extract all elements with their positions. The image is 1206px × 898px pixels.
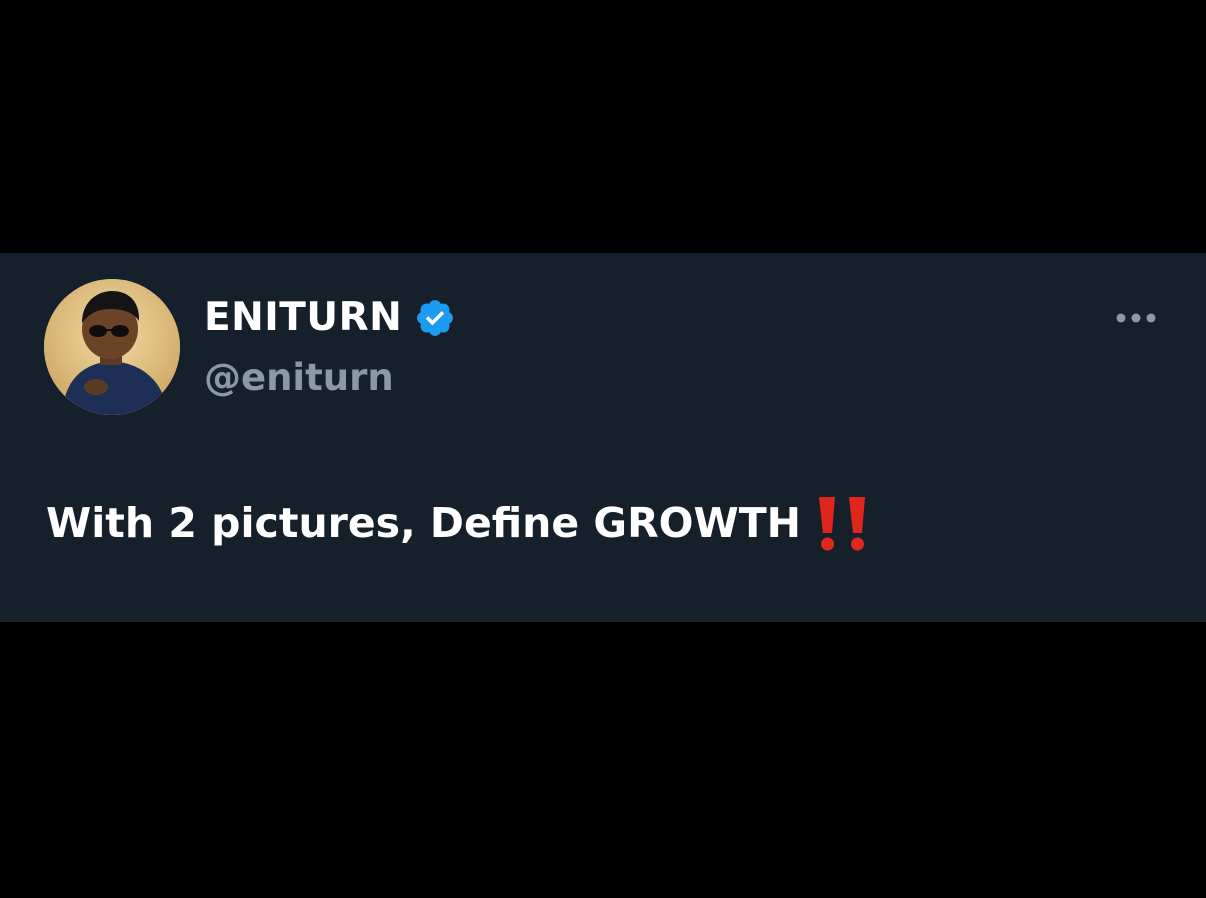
more-options-button[interactable] bbox=[1110, 305, 1162, 331]
double-exclamation-icon bbox=[815, 493, 873, 553]
tweet-body: With 2 pictures, Define GROWTH bbox=[46, 493, 873, 553]
avatar[interactable] bbox=[44, 279, 180, 415]
author-name-row: ENITURN bbox=[204, 293, 456, 343]
verified-badge-icon bbox=[414, 297, 456, 339]
tweet-text: With 2 pictures, Define GROWTH bbox=[46, 499, 801, 547]
tweet-card: ENITURN @eniturn With 2 pictures, Define… bbox=[0, 253, 1206, 622]
user-handle[interactable]: @eniturn bbox=[204, 354, 394, 402]
avatar-photo bbox=[44, 279, 180, 415]
more-options-icon bbox=[1116, 313, 1156, 323]
display-name[interactable]: ENITURN bbox=[204, 293, 402, 343]
